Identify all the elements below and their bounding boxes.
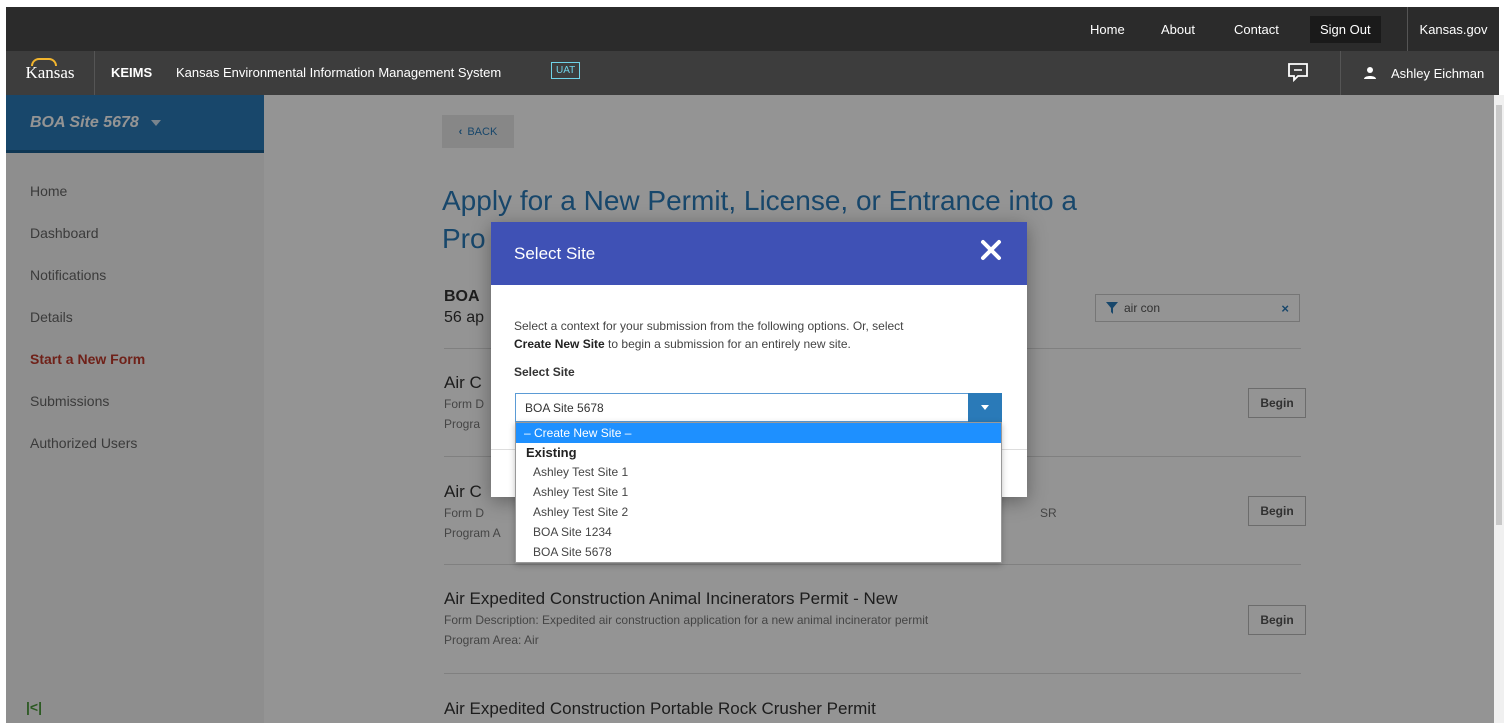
dropdown-option[interactable]: BOA Site 5678 bbox=[516, 542, 1001, 562]
user-name: Ashley Eichman bbox=[1391, 65, 1485, 81]
dropdown-option[interactable]: Ashley Test Site 2 bbox=[516, 502, 1001, 522]
dropdown-group-existing: Existing bbox=[526, 445, 577, 460]
site-select[interactable]: BOA Site 5678 bbox=[515, 393, 1002, 422]
environment-badge: UAT bbox=[551, 62, 581, 79]
app-full-name: Kansas Environmental Information Managem… bbox=[176, 65, 502, 80]
kansas-logo[interactable]: Kansas bbox=[6, 51, 95, 95]
modal-header: Select Site bbox=[491, 222, 1027, 285]
dropdown-option-create-new-site[interactable]: – Create New Site – bbox=[516, 423, 1001, 443]
app-short-name: KEIMS bbox=[111, 65, 153, 80]
dropdown-toggle-button[interactable] bbox=[968, 393, 1002, 422]
nav-home-link[interactable]: Home bbox=[1090, 22, 1125, 37]
page-scrollbar[interactable] bbox=[1494, 95, 1504, 723]
create-new-site-hint: Create New Site bbox=[514, 337, 605, 351]
dropdown-option[interactable]: Ashley Test Site 1 bbox=[516, 462, 1001, 482]
sun-icon bbox=[31, 58, 58, 66]
chevron-down-icon bbox=[981, 405, 989, 410]
dropdown-option[interactable]: BOA Site 1234 bbox=[516, 522, 1001, 542]
top-nav-bar: Home About Contact Sign Out Kansas.gov bbox=[6, 7, 1499, 51]
user-menu[interactable]: Ashley Eichman bbox=[1340, 51, 1499, 95]
site-select-value: BOA Site 5678 bbox=[525, 400, 604, 415]
site-select-dropdown: – Create New Site – Existing Ashley Test… bbox=[515, 422, 1002, 563]
sign-out-button[interactable]: Sign Out bbox=[1310, 15, 1381, 43]
scrollbar-thumb[interactable] bbox=[1496, 105, 1502, 525]
kansas-logo-text: Kansas bbox=[25, 58, 75, 83]
dropdown-option[interactable]: Ashley Test Site 1 bbox=[516, 482, 1001, 502]
app-header-bar: Kansas KEIMS Kansas Environmental Inform… bbox=[6, 51, 1499, 95]
select-site-label: Select Site bbox=[514, 365, 575, 379]
nav-contact-link[interactable]: Contact bbox=[1234, 22, 1279, 37]
modal-instructions: Select a context for your submission fro… bbox=[514, 319, 904, 351]
message-icon[interactable] bbox=[1286, 61, 1310, 83]
close-icon[interactable] bbox=[979, 238, 1003, 262]
nav-about-link[interactable]: About bbox=[1161, 22, 1195, 37]
kansas-gov-link[interactable]: Kansas.gov bbox=[1407, 7, 1499, 51]
modal-title: Select Site bbox=[514, 243, 596, 263]
user-icon bbox=[1364, 67, 1376, 79]
